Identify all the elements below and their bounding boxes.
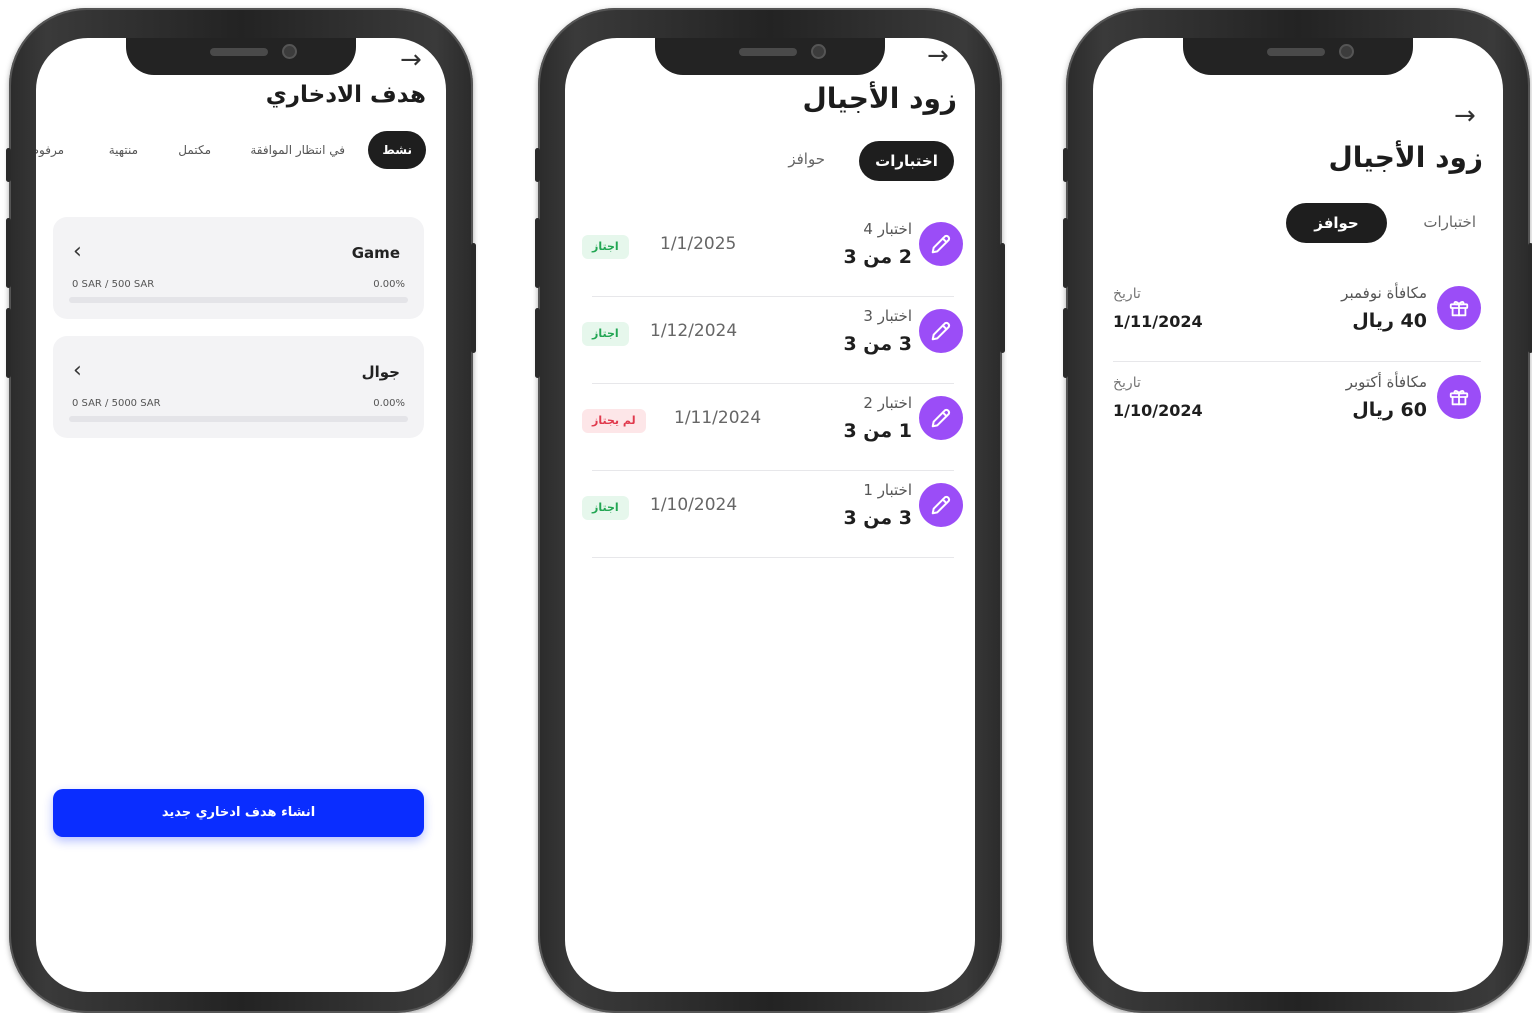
phone-savings-goals: → هدف الادخاري نشط في انتظار الموافقة مك… <box>6 8 476 1013</box>
goal-percent: 0.00% <box>373 279 405 290</box>
chevron-left-icon: ‹ <box>73 239 82 264</box>
screen: → هدف الادخاري نشط في انتظار الموافقة مك… <box>36 38 446 992</box>
notch <box>1183 38 1413 75</box>
back-arrow-icon[interactable]: → <box>1454 101 1476 131</box>
tab-tests[interactable]: اختبارات <box>1423 213 1476 231</box>
test-row[interactable]: اختبار 1 3 من 3 1/10/2024 اجتاز <box>582 471 963 558</box>
goal-progress-bar <box>69 416 408 422</box>
reward-row[interactable]: مكافأة أكتوبر 60 ريال تاريخ 1/10/2024 <box>1113 363 1481 451</box>
goal-percent: 0.00% <box>373 398 405 409</box>
tab-tests[interactable]: اختبارات <box>859 141 954 181</box>
reward-name: مكافأة أكتوبر <box>1345 373 1427 391</box>
pencil-icon <box>919 396 963 440</box>
test-date: 1/12/2024 <box>650 321 738 341</box>
goal-amount: 0 SAR / 5000 SAR <box>72 398 161 409</box>
reward-date: 1/10/2024 <box>1113 401 1203 420</box>
test-name: اختبار 1 <box>863 481 912 499</box>
test-score: 1 من 3 <box>843 420 912 442</box>
status-tabs: نشط في انتظار الموافقة مكتمل منتهية مرفو… <box>36 131 446 169</box>
test-score: 3 من 3 <box>843 507 912 529</box>
page-title: هدف الادخاري <box>265 82 426 108</box>
back-arrow-icon[interactable]: → <box>927 41 949 71</box>
create-goal-button[interactable]: انشاء هدف ادخاري جديد <box>53 789 424 837</box>
status-badge: اجتاز <box>582 322 629 346</box>
pencil-icon <box>919 309 963 353</box>
test-name: اختبار 4 <box>863 220 912 238</box>
reward-amount: 60 ريال <box>1352 399 1427 421</box>
gift-icon <box>1437 286 1481 330</box>
test-name: اختبار 2 <box>863 394 912 412</box>
tab-active[interactable]: نشط <box>368 131 426 169</box>
pencil-icon <box>919 483 963 527</box>
page-title: زود الأجيال <box>802 82 957 115</box>
goal-card-game[interactable]: Game ‹ 0 SAR / 500 SAR 0.00% <box>53 217 424 319</box>
goal-progress-bar <box>69 297 408 303</box>
test-date: 1/1/2025 <box>660 234 737 254</box>
screen: → زود الأجيال اختبارات حوافز اختبار 4 2 … <box>565 38 975 992</box>
test-score: 3 من 3 <box>843 333 912 355</box>
tab-incentives[interactable]: حوافز <box>788 150 825 168</box>
goal-card-phone[interactable]: جوال ‹ 0 SAR / 5000 SAR 0.00% <box>53 336 424 438</box>
test-name: اختبار 3 <box>863 307 912 325</box>
goal-amount: 0 SAR / 500 SAR <box>72 279 155 290</box>
gift-icon <box>1437 375 1481 419</box>
test-row[interactable]: اختبار 4 2 من 3 1/1/2025 اجتاز <box>582 210 963 297</box>
tab-incentives[interactable]: حوافز <box>1286 203 1387 243</box>
goal-name: جوال <box>361 363 400 381</box>
tab-completed[interactable]: مكتمل <box>178 131 211 169</box>
screen: → زود الأجيال حوافز اختبارات مكافأة نوفم… <box>1093 38 1503 992</box>
pencil-icon <box>919 222 963 266</box>
notch <box>126 38 356 75</box>
test-date: 1/11/2024 <box>674 408 762 428</box>
tab-pending[interactable]: في انتظار الموافقة <box>250 131 345 169</box>
chevron-left-icon: ‹ <box>73 358 82 383</box>
test-date: 1/10/2024 <box>650 495 738 515</box>
notch <box>655 38 885 75</box>
date-label: تاريخ <box>1113 286 1141 302</box>
status-badge: لم يجتاز <box>582 409 646 433</box>
status-badge: اجتاز <box>582 235 629 259</box>
goal-name: Game <box>351 244 400 262</box>
page-title: زود الأجيال <box>1328 141 1483 174</box>
reward-date: 1/11/2024 <box>1113 312 1203 331</box>
reward-row[interactable]: مكافأة نوفمبر 40 ريال تاريخ 1/11/2024 <box>1113 274 1481 362</box>
test-row[interactable]: اختبار 2 1 من 3 1/11/2024 لم يجتاز <box>582 384 963 471</box>
date-label: تاريخ <box>1113 375 1141 391</box>
test-row[interactable]: اختبار 3 3 من 3 1/12/2024 اجتاز <box>582 297 963 384</box>
reward-amount: 40 ريال <box>1352 310 1427 332</box>
test-score: 2 من 3 <box>843 246 912 268</box>
back-arrow-icon[interactable]: → <box>400 45 422 75</box>
reward-name: مكافأة نوفمبر <box>1341 284 1427 302</box>
phone-incentives: → زود الأجيال حوافز اختبارات مكافأة نوفم… <box>1063 8 1532 1013</box>
tab-expired[interactable]: منتهية <box>109 131 138 169</box>
status-badge: اجتاز <box>582 496 629 520</box>
phone-tests: → زود الأجيال اختبارات حوافز اختبار 4 2 … <box>535 8 1005 1013</box>
tab-rejected[interactable]: مرفوض <box>36 131 64 169</box>
